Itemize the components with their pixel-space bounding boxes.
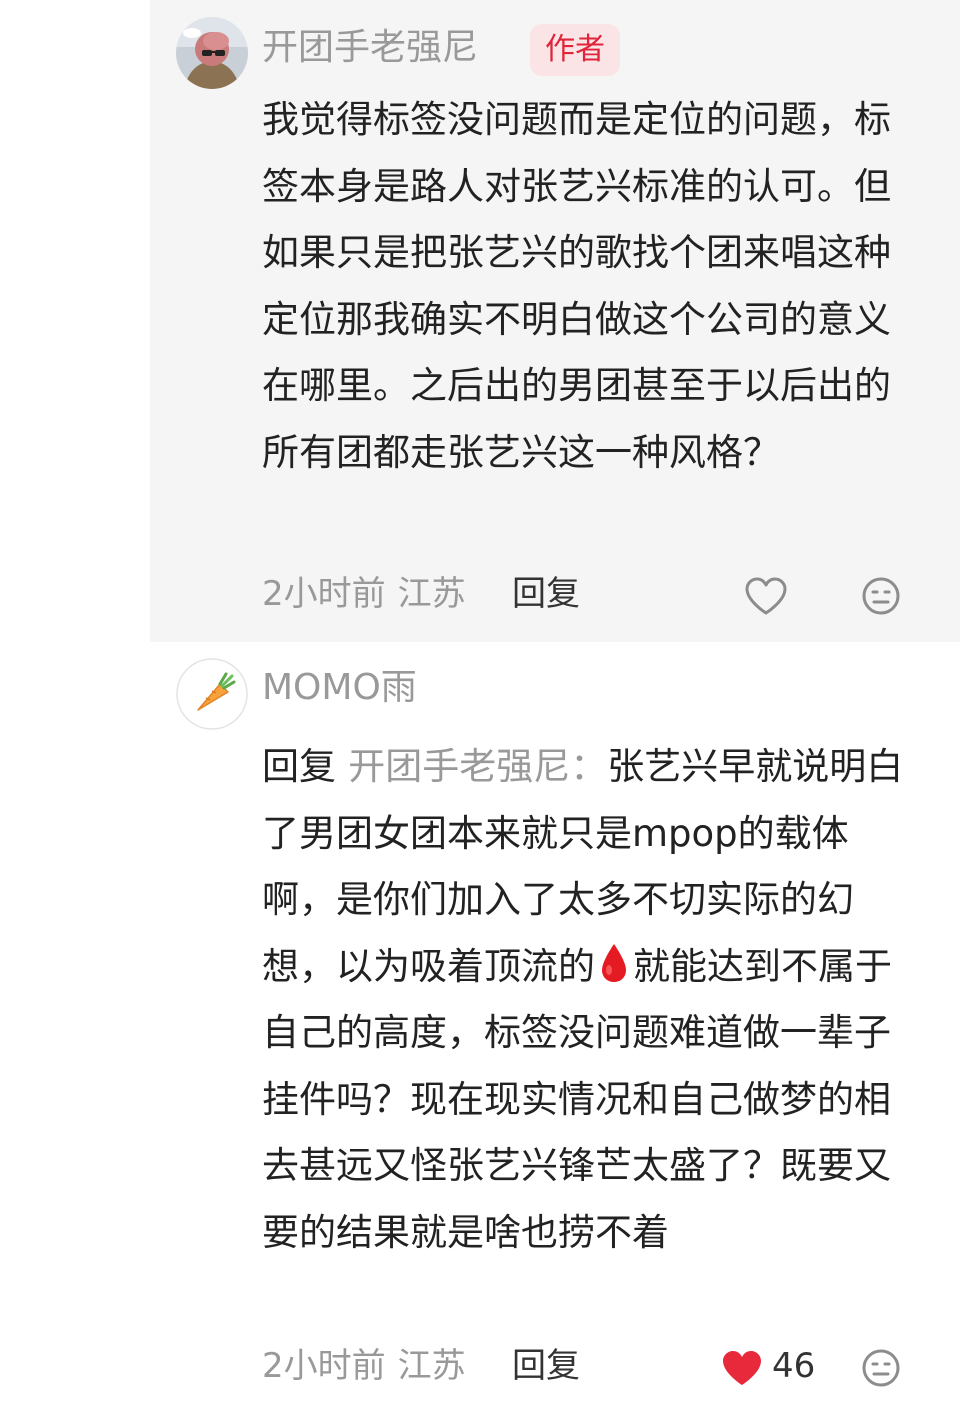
comment-time: 2小时前 (262, 574, 386, 614)
username[interactable]: 开团手老强尼 (262, 25, 478, 71)
author-badge: 作者 (530, 24, 620, 76)
avatar[interactable] (176, 658, 248, 730)
comment-location: 江苏 (397, 574, 466, 614)
comment-meta: 2小时前 江苏 (262, 572, 466, 616)
comment-time: 2小时前 (262, 1346, 386, 1386)
blood-drop-icon (602, 943, 626, 982)
comment-location: 江苏 (397, 1346, 466, 1386)
heart-filled-icon[interactable] (720, 1348, 764, 1388)
comment-text-part: 就能达到不属于自己的高度，标签没问题难道做一辈子挂件吗？现在现实情况和自己做梦的… (262, 944, 892, 1254)
carrot-avatar-icon (176, 658, 248, 730)
neutral-face-icon[interactable] (861, 576, 901, 616)
like-count: 46 (772, 1346, 816, 1386)
person-with-sunglasses-avatar-icon (176, 17, 248, 89)
comment-item: 开团手老强尼 作者 我觉得标签没问题而是定位的问题，标签本身是路人对张艺兴标准的… (150, 0, 960, 642)
reply-prefix: 回复 (262, 745, 336, 788)
avatar[interactable] (176, 17, 248, 89)
username[interactable]: MOMO雨 (262, 665, 417, 711)
comment-item: MOMO雨 回复 开团手老强尼：张艺兴早就说明白了男团女团本来就只是mpop的载… (150, 642, 960, 1419)
reply-button[interactable]: 回复 (512, 1344, 580, 1388)
comment-text: 回复 开团手老强尼：张艺兴早就说明白了男团女团本来就只是mpop的载体啊，是你们… (262, 734, 912, 1266)
comment-meta: 2小时前 江苏 (262, 1344, 466, 1388)
comment-text: 我觉得标签没问题而是定位的问题，标签本身是路人对张艺兴标准的认可。但如果只是把张… (262, 98, 891, 474)
heart-outline-icon[interactable] (744, 576, 788, 616)
neutral-face-icon[interactable] (861, 1348, 901, 1388)
reply-to-username[interactable]: 开团手老强尼： (348, 745, 607, 788)
reply-button[interactable]: 回复 (512, 572, 580, 616)
